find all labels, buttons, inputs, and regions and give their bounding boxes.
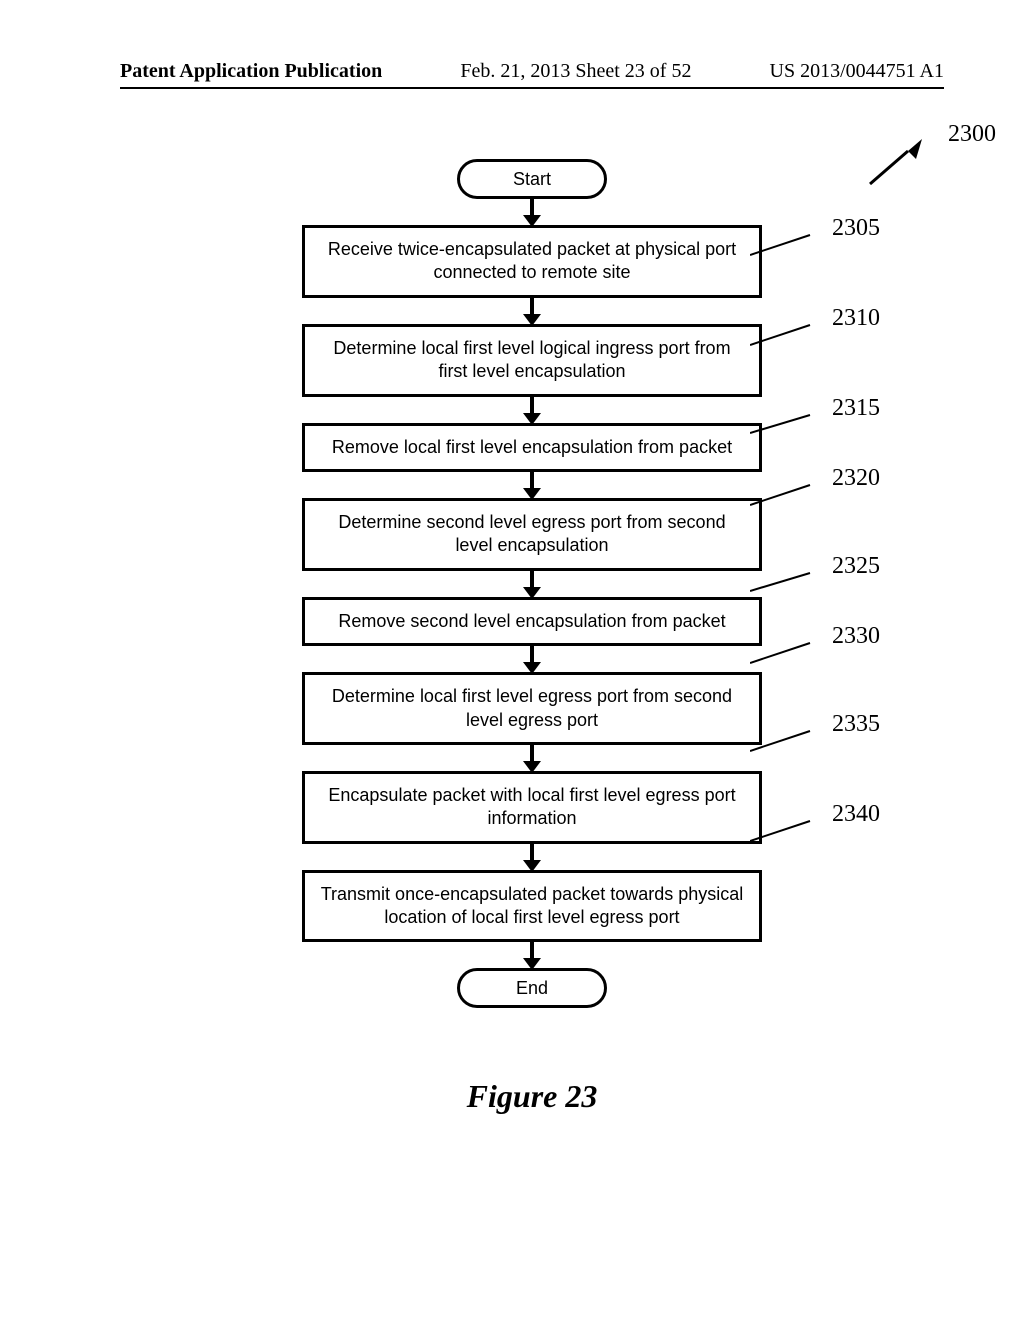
header-center: Feb. 21, 2013 Sheet 23 of 52 (460, 60, 691, 83)
ref-2340: 2340 (832, 801, 880, 828)
page-container: Patent Application Publication Feb. 21, … (0, 0, 1024, 1320)
leader-2315 (750, 411, 830, 441)
ref-arrow-main (860, 139, 940, 199)
arrow (252, 397, 812, 423)
arrow (252, 745, 812, 771)
leader-2335 (750, 727, 830, 757)
ref-2330: 2330 (832, 623, 880, 650)
arrow (252, 571, 812, 597)
header-right: US 2013/0044751 A1 (770, 60, 944, 83)
leader-2310 (750, 321, 830, 351)
step-2330: Determine local first level egress port … (302, 672, 762, 745)
step-2320: Determine second level egress port from … (302, 498, 762, 571)
flowchart: Start Receive twice-encapsulated packet … (252, 159, 812, 1008)
terminal-start: Start (457, 159, 607, 199)
ref-2325: 2325 (832, 553, 880, 580)
arrow (252, 942, 812, 968)
arrow (252, 472, 812, 498)
figure-label: Figure 23 (120, 1078, 944, 1115)
page-header: Patent Application Publication Feb. 21, … (120, 60, 944, 89)
leader-2330 (750, 639, 830, 669)
step-2335: Encapsulate packet with local first leve… (302, 771, 762, 844)
arrow (252, 646, 812, 672)
ref-2320: 2320 (832, 465, 880, 492)
ref-2315: 2315 (832, 395, 880, 422)
header-left: Patent Application Publication (120, 60, 382, 83)
arrow (252, 844, 812, 870)
step-2340: Transmit once-encapsulated packet toward… (302, 870, 762, 943)
step-2315: Remove local first level encapsulation f… (302, 423, 762, 472)
ref-2310: 2310 (832, 305, 880, 332)
ref-2335: 2335 (832, 711, 880, 738)
leader-2340 (750, 817, 830, 847)
ref-2305: 2305 (832, 215, 880, 242)
leader-2305 (750, 231, 830, 261)
arrow (252, 298, 812, 324)
leader-2325 (750, 569, 830, 599)
step-2325: Remove second level encapsulation from p… (302, 597, 762, 646)
terminal-end: End (457, 968, 607, 1008)
step-2310: Determine local first level logical ingr… (302, 324, 762, 397)
leader-2320 (750, 481, 830, 511)
arrow (252, 199, 812, 225)
ref-main-label: 2300 (948, 121, 996, 148)
step-2305: Receive twice-encapsulated packet at phy… (302, 225, 762, 298)
